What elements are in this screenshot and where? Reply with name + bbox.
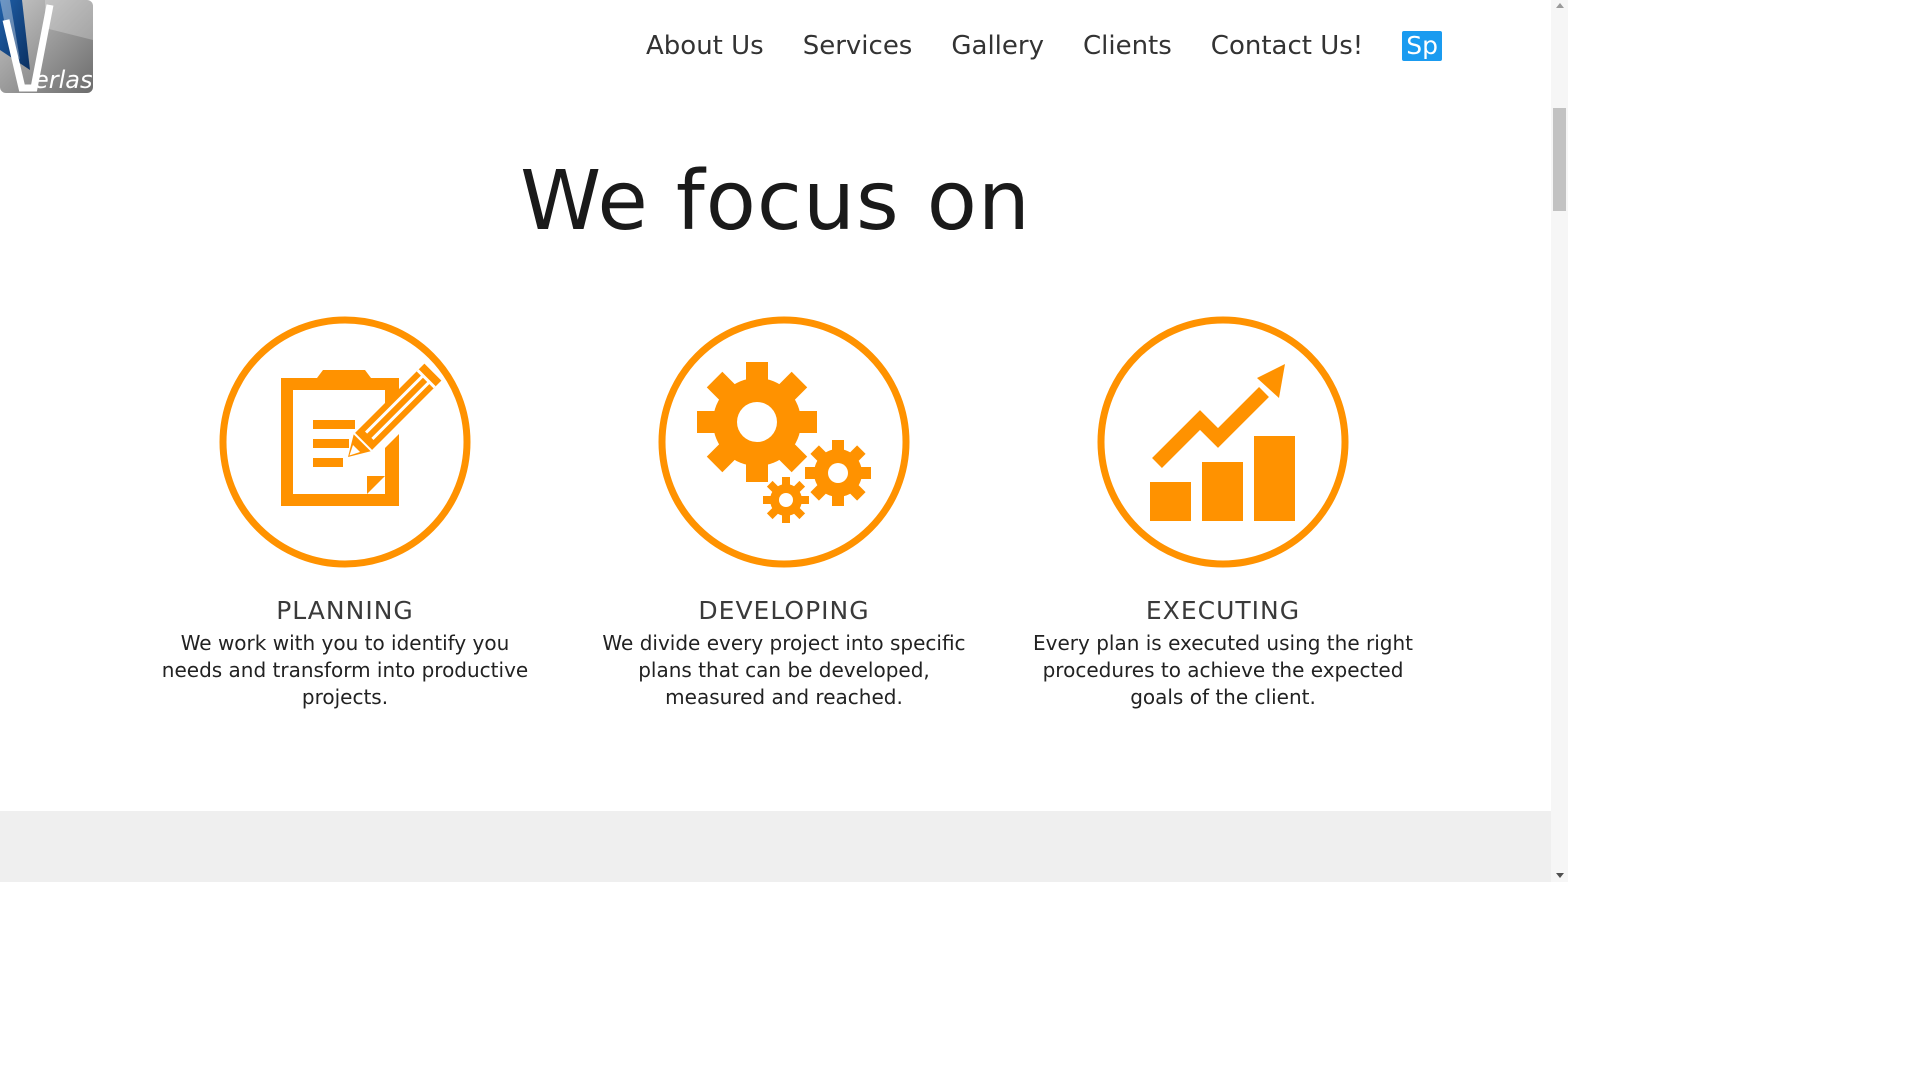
page: erlas About Us Services Gallery Clients … xyxy=(0,0,1568,882)
feature-description: We divide every project into specific pl… xyxy=(602,631,966,709)
scroll-up-arrow-icon[interactable] xyxy=(1556,3,1564,8)
nav-link-clients[interactable]: Clients xyxy=(1083,28,1172,64)
language-switch-button[interactable]: Sp xyxy=(1402,31,1442,61)
nav-link-contact-us[interactable]: Contact Us! xyxy=(1211,28,1363,64)
feature-description: Every plan is executed using the right p… xyxy=(1033,631,1413,709)
gears-icon xyxy=(658,316,910,568)
feature-description: We work with you to identify you needs a… xyxy=(161,631,529,709)
brand-logo[interactable]: erlas xyxy=(0,0,93,93)
feature-developing: DEVELOPING We divide every project into … xyxy=(584,316,984,711)
feature-planning: PLANNING We work with you to identify yo… xyxy=(145,316,545,711)
growth-chart-icon xyxy=(1097,316,1349,568)
nav-link-about-us[interactable]: About Us xyxy=(646,28,764,64)
scroll-down-arrow-icon[interactable] xyxy=(1556,873,1564,878)
nav-link-gallery[interactable]: Gallery xyxy=(951,28,1044,64)
feature-title: DEVELOPING xyxy=(698,596,870,625)
main-nav: About Us Services Gallery Clients Contac… xyxy=(646,28,1442,64)
feature-title: EXECUTING xyxy=(1145,596,1301,625)
feature-executing: EXECUTING Every plan is executed using t… xyxy=(1023,316,1423,711)
feature-title: PLANNING xyxy=(276,596,414,625)
clipboard-pencil-icon xyxy=(219,316,471,568)
scrollbar-thumb[interactable] xyxy=(1553,108,1566,211)
svg-text:erlas: erlas xyxy=(34,66,93,93)
verlas-logo-icon: erlas xyxy=(0,0,93,93)
section-title: We focus on xyxy=(520,154,1031,249)
vertical-scrollbar[interactable] xyxy=(1551,0,1568,882)
next-section-band xyxy=(0,811,1551,882)
nav-link-services[interactable]: Services xyxy=(803,28,913,64)
